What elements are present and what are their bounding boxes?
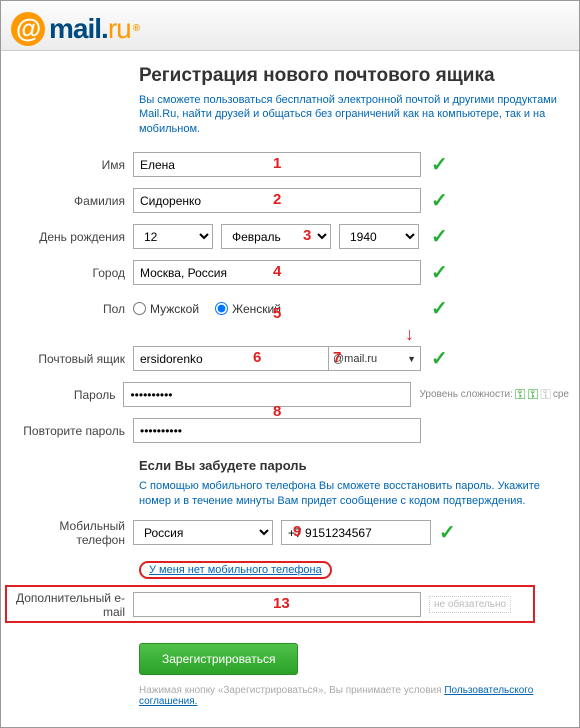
check-icon: ✓ [439, 520, 456, 545]
row-dob: День рождения 12 Февраль 1940 3 ✓ [11, 224, 569, 250]
check-icon: ✓ [431, 224, 448, 249]
label-password: Пароль [11, 388, 123, 402]
mailbox-domain-value: @mail.ru [333, 353, 377, 365]
dob-day-select[interactable]: 12 [133, 224, 213, 249]
logo-dot: . [101, 13, 108, 45]
logo-ru: ru [108, 13, 131, 45]
key-icon: ⚿ [515, 386, 526, 403]
check-icon: ✓ [431, 152, 448, 177]
key-icon: ⚿ [528, 386, 539, 403]
optional-tag: не обязательно [429, 596, 511, 613]
page-title: Регистрация нового почтового ящика [139, 65, 569, 87]
logo-reg-mark: ® [133, 23, 139, 34]
check-icon: ✓ [431, 188, 448, 213]
logo: @ mail.ru ® [11, 12, 139, 46]
row-alt-email: Дополнительный e-mail 13 не обязательно [11, 591, 569, 619]
label-dob: День рождения [11, 230, 133, 244]
gender-male-label: Мужской [150, 302, 199, 316]
check-icon: ✓ [431, 260, 448, 285]
no-mobile-link[interactable]: У меня нет мобильного телефона [139, 561, 332, 579]
label-mailbox: Почтовый ящик [11, 352, 133, 366]
mailbox-domain-select[interactable]: @mail.ru ▼ [328, 346, 421, 371]
label-city: Город [11, 266, 133, 280]
check-icon: ✓ [431, 296, 448, 321]
logo-at-icon: @ [11, 12, 45, 46]
label-alt-email: Дополнительный e-mail [11, 591, 133, 619]
content: Регистрация нового почтового ящика Вы см… [1, 51, 579, 727]
label-password-repeat: Повторите пароль [11, 424, 133, 438]
strength-word: сре [553, 389, 569, 400]
gender-female-label: Женский [232, 302, 281, 316]
header-bar: @ mail.ru ® [1, 1, 579, 51]
alt-email-input[interactable] [133, 592, 421, 617]
row-mobile: Мобильный телефон Россия 9 ✓ [11, 519, 569, 547]
password-input[interactable] [123, 382, 411, 407]
dob-month-select[interactable]: Февраль [221, 224, 331, 249]
mailbox-login-input[interactable] [133, 346, 328, 371]
gender-male-option[interactable]: Мужской [133, 302, 199, 316]
chevron-down-icon: ▼ [407, 354, 416, 364]
label-last-name: Фамилия [11, 194, 133, 208]
submit-row: Зарегистрироваться [139, 643, 569, 675]
row-last-name: Фамилия 2 ✓ [11, 188, 569, 214]
password-strength: Уровень сложности: ⚿ ⚿ ⚿ сре [419, 386, 569, 403]
label-first-name: Имя [11, 158, 133, 172]
row-city: Город 4 ✓ [11, 260, 569, 286]
password-repeat-input[interactable] [133, 418, 421, 443]
strength-label: Уровень сложности: [419, 389, 512, 400]
phone-number-input[interactable] [281, 520, 431, 545]
gender-male-radio[interactable] [133, 302, 146, 315]
intro-text: Вы сможете пользоваться бесплатной элект… [139, 93, 569, 136]
logo-main: mail [49, 13, 101, 45]
row-password: Пароль Уровень сложности: ⚿ ⚿ ⚿ сре [11, 382, 569, 408]
key-icon: ⚿ [540, 386, 551, 403]
forgot-text: С помощью мобильного телефона Вы сможете… [139, 479, 569, 509]
register-button[interactable]: Зарегистрироваться [139, 643, 298, 675]
row-first-name: Имя 1 ✓ [11, 152, 569, 178]
label-gender: Пол [11, 302, 133, 316]
forgot-heading: Если Вы забудете пароль [139, 458, 569, 473]
row-password-repeat: Повторите пароль 8 [11, 418, 569, 444]
first-name-input[interactable] [133, 152, 421, 177]
tos-prefix: Нажимая кнопку «Зарегистрироваться», Вы … [139, 685, 444, 696]
registration-page: @ mail.ru ® Регистрация нового почтового… [0, 0, 580, 728]
dob-year-select[interactable]: 1940 [339, 224, 419, 249]
label-mobile: Мобильный телефон [11, 519, 133, 547]
city-input[interactable] [133, 260, 421, 285]
check-icon: ✓ [431, 346, 448, 371]
tos-text: Нажимая кнопку «Зарегистрироваться», Вы … [139, 685, 569, 707]
gender-female-option[interactable]: Женский [215, 302, 281, 316]
last-name-input[interactable] [133, 188, 421, 213]
row-mailbox: Почтовый ящик @mail.ru ▼ 6 7 ↓ ✓ [11, 346, 569, 372]
row-gender: Пол Мужской Женский 5 ✓ [11, 296, 569, 322]
gender-female-radio[interactable] [215, 302, 228, 315]
phone-country-select[interactable]: Россия [133, 520, 273, 545]
